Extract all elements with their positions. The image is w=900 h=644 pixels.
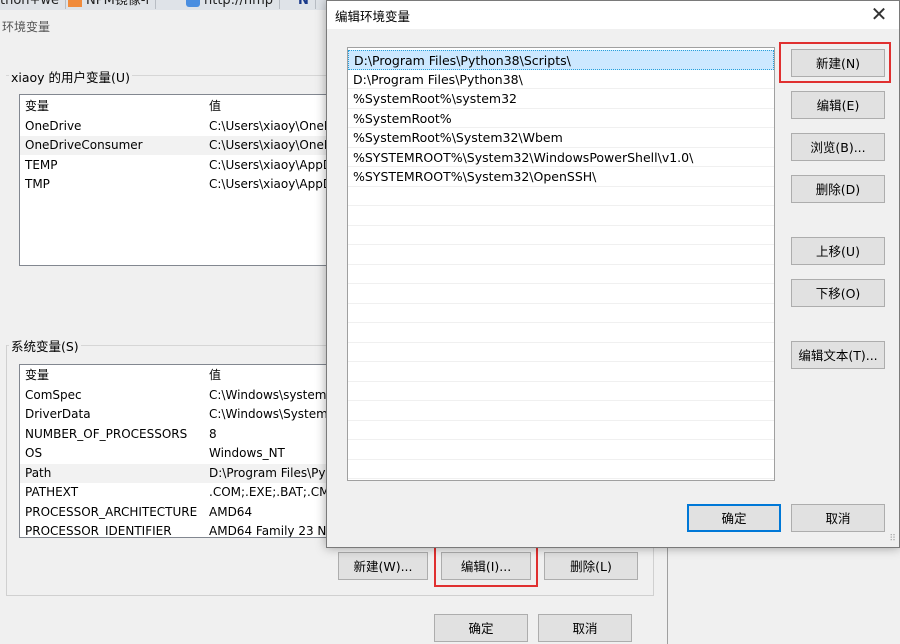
dialog-title: 编辑环境变量 bbox=[335, 9, 411, 24]
list-item[interactable]: OneDriveConsumer C:\Users\xiaoy\OneD bbox=[20, 136, 340, 155]
dialog-titlebar[interactable]: 编辑环境变量 ✕ bbox=[327, 1, 899, 29]
path-entry[interactable]: D:\Program Files\Python38\Scripts\ bbox=[348, 50, 774, 70]
user-variables-list[interactable]: 变量 值 OneDrive C:\Users\xiaoy\OneD OneDri… bbox=[19, 94, 341, 266]
browser-tab[interactable]: N bbox=[292, 0, 316, 9]
browser-tab[interactable]: http://nmp bbox=[180, 0, 280, 9]
resize-grip-icon[interactable]: ⠿ bbox=[889, 535, 896, 544]
empty-row[interactable] bbox=[348, 440, 774, 460]
empty-row[interactable] bbox=[348, 245, 774, 265]
list-item[interactable]: Path D:\Program Files\Py bbox=[20, 464, 340, 483]
system-variables-list[interactable]: 变量 值 ComSpec C:\Windows\system DriverDat… bbox=[19, 364, 341, 538]
variable-name: Path bbox=[25, 466, 52, 480]
list-item[interactable]: DriverData C:\Windows\System bbox=[20, 405, 340, 424]
variable-value: C:\Users\xiaoy\AppD bbox=[209, 158, 333, 172]
path-entry[interactable]: %SYSTEMROOT%\System32\OpenSSH\ bbox=[348, 167, 774, 187]
edit-text-button[interactable]: 编辑文本(T)... bbox=[791, 341, 885, 369]
edit-entry-button[interactable]: 编辑(E) bbox=[791, 91, 885, 119]
list-header: 变量 值 bbox=[20, 366, 340, 385]
list-header: 变量 值 bbox=[20, 97, 340, 116]
edit-environment-variable-dialog: 编辑环境变量 ✕ D:\Program Files\Python38\Scrip… bbox=[326, 0, 900, 548]
variable-name: OS bbox=[25, 446, 43, 460]
browser-tab-label: N bbox=[298, 0, 309, 8]
variable-value: AMD64 Family 23 N bbox=[209, 524, 327, 538]
variable-name: ComSpec bbox=[25, 388, 82, 402]
variable-value: .COM;.EXE;.BAT;.CM bbox=[209, 485, 330, 499]
highlight-box bbox=[779, 42, 891, 83]
list-item[interactable]: NUMBER_OF_PROCESSORS 8 bbox=[20, 425, 340, 444]
browser-tab-label: NPM镜像-i bbox=[86, 0, 150, 8]
empty-row[interactable] bbox=[348, 304, 774, 323]
empty-row[interactable] bbox=[348, 265, 774, 284]
browse-button[interactable]: 浏览(B)... bbox=[791, 133, 885, 161]
column-header-variable[interactable]: 变量 bbox=[25, 97, 49, 116]
system-new-button[interactable]: 新建(W)... bbox=[338, 552, 428, 580]
list-item[interactable]: PATHEXT .COM;.EXE;.BAT;.CM bbox=[20, 483, 340, 502]
variable-name: PROCESSOR_IDENTIFIER bbox=[25, 524, 172, 538]
variable-name: PATHEXT bbox=[25, 485, 79, 499]
empty-row[interactable] bbox=[348, 382, 774, 401]
list-item[interactable]: TMP C:\Users\xiaoy\AppD bbox=[20, 175, 340, 194]
path-entry[interactable]: %SYSTEMROOT%\System32\WindowsPowerShell\… bbox=[348, 148, 774, 167]
npm-logo-icon bbox=[68, 0, 82, 7]
variable-value: 8 bbox=[209, 427, 217, 441]
browser-tab-label: http://nmp bbox=[204, 0, 273, 8]
browser-tab[interactable]: thon+we bbox=[0, 0, 67, 9]
list-item[interactable]: PROCESSOR_IDENTIFIER AMD64 Family 23 N bbox=[20, 522, 340, 538]
variable-value: C:\Users\xiaoy\OneD bbox=[209, 119, 334, 133]
variable-value: AMD64 bbox=[209, 505, 253, 519]
list-item[interactable]: OS Windows_NT bbox=[20, 444, 340, 463]
empty-row[interactable] bbox=[348, 343, 774, 362]
empty-row[interactable] bbox=[348, 362, 774, 382]
empty-row[interactable] bbox=[348, 226, 774, 245]
system-delete-button[interactable]: 删除(L) bbox=[544, 552, 638, 580]
empty-row[interactable] bbox=[348, 284, 774, 304]
browser-tab-label: thon+we bbox=[0, 0, 60, 8]
empty-row[interactable] bbox=[348, 421, 774, 440]
variable-name: TEMP bbox=[25, 158, 58, 172]
cancel-button[interactable]: 取消 bbox=[538, 614, 632, 642]
path-entry[interactable]: %SystemRoot%\System32\Wbem bbox=[348, 128, 774, 148]
move-up-button[interactable]: 上移(U) bbox=[791, 237, 885, 265]
highlight-box bbox=[434, 545, 538, 587]
empty-row[interactable] bbox=[348, 323, 774, 343]
path-entry[interactable]: %SystemRoot% bbox=[348, 109, 774, 128]
move-down-button[interactable]: 下移(O) bbox=[791, 279, 885, 307]
list-item[interactable]: TEMP C:\Users\xiaoy\AppD bbox=[20, 156, 340, 175]
close-icon[interactable]: ✕ bbox=[869, 2, 889, 26]
empty-row[interactable] bbox=[348, 401, 774, 421]
variable-name: OneDrive bbox=[25, 119, 82, 133]
variable-name: OneDriveConsumer bbox=[25, 138, 143, 152]
variable-name: PROCESSOR_ARCHITECTURE bbox=[25, 505, 198, 519]
empty-row[interactable] bbox=[348, 460, 774, 479]
empty-row[interactable] bbox=[348, 206, 774, 226]
variable-name: DriverData bbox=[25, 407, 91, 421]
path-entry[interactable]: D:\Program Files\Python38\ bbox=[348, 70, 774, 89]
column-header-value[interactable]: 值 bbox=[209, 97, 221, 116]
variable-value: Windows_NT bbox=[209, 446, 285, 460]
variable-value: C:\Windows\system bbox=[209, 388, 327, 402]
user-variables-group-label: xiaoy 的用户变量(U) bbox=[9, 67, 132, 86]
variable-value: C:\Windows\System bbox=[209, 407, 328, 421]
path-entry[interactable]: %SystemRoot%\system32 bbox=[348, 89, 774, 109]
variable-name: NUMBER_OF_PROCESSORS bbox=[25, 427, 188, 441]
dialog-cancel-button[interactable]: 取消 bbox=[791, 504, 885, 532]
variable-value: D:\Program Files\Py bbox=[209, 466, 326, 480]
path-entries-list[interactable]: D:\Program Files\Python38\Scripts\ D:\Pr… bbox=[347, 47, 775, 481]
list-item[interactable]: OneDrive C:\Users\xiaoy\OneD bbox=[20, 117, 340, 136]
window-title: 环境变量 bbox=[2, 20, 51, 34]
column-header-value[interactable]: 值 bbox=[209, 366, 221, 385]
variable-value: C:\Users\xiaoy\AppD bbox=[209, 177, 333, 191]
browser-tab[interactable]: NPM镜像-i bbox=[62, 0, 157, 9]
variable-value: C:\Users\xiaoy\OneD bbox=[209, 138, 334, 152]
list-item[interactable]: PROCESSOR_ARCHITECTURE AMD64 bbox=[20, 503, 340, 522]
ok-button[interactable]: 确定 bbox=[434, 614, 528, 642]
variable-name: TMP bbox=[25, 177, 50, 191]
list-item[interactable]: ComSpec C:\Windows\system bbox=[20, 386, 340, 405]
delete-entry-button[interactable]: 删除(D) bbox=[791, 175, 885, 203]
dialog-ok-button[interactable]: 确定 bbox=[687, 504, 781, 532]
empty-row[interactable] bbox=[348, 187, 774, 206]
column-header-variable[interactable]: 变量 bbox=[25, 366, 49, 385]
browser-favicon-icon bbox=[186, 0, 200, 7]
